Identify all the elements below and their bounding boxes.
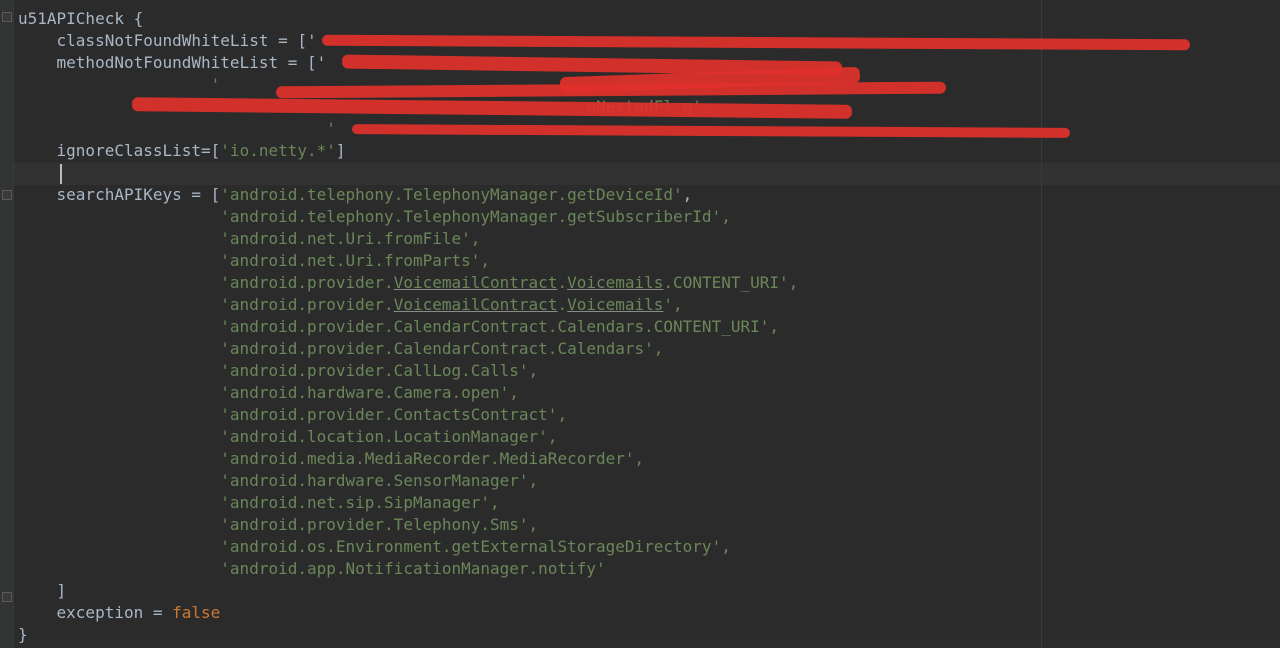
- fold-icon[interactable]: [2, 12, 12, 22]
- text-caret: [60, 164, 62, 184]
- string-literal: 'android.telephony.TelephonyManager.getD…: [220, 185, 683, 204]
- code-line: searchAPIKeys = ['android.telephony.Tele…: [18, 185, 693, 204]
- fold-icon[interactable]: [2, 592, 12, 602]
- code-line: ignoreClassList=['io.netty.*']: [18, 141, 346, 160]
- unresolved-identifier[interactable]: Voicemails: [567, 273, 663, 292]
- code-line: 'android.provider.CallLog.Calls',: [18, 361, 539, 380]
- code-line: 'android.net.Uri.fromFile',: [18, 229, 481, 248]
- code-line: 'android.net.Uri.fromParts',: [18, 251, 491, 270]
- editor-gutter[interactable]: [0, 0, 14, 648]
- code-line: 'android.provider.CalendarContract.Calen…: [18, 339, 664, 358]
- code-line: 'android.app.NotificationManager.notify': [18, 559, 606, 578]
- code-line: 'android.os.Environment.getExternalStora…: [18, 537, 731, 556]
- code-token: classNotFoundWhiteList = [': [18, 31, 317, 50]
- code-line: 'android.location.LocationManager',: [18, 427, 558, 446]
- code-line: 'android.provider.CalendarContract.Calen…: [18, 317, 779, 336]
- code-line: 'android.provider.VoicemailContract.Voic…: [18, 295, 683, 314]
- unresolved-identifier[interactable]: Voicemails: [567, 295, 663, 314]
- code-line: 'android.media.MediaRecorder.MediaRecord…: [18, 449, 645, 468]
- code-line: }: [18, 625, 28, 644]
- code-line: ]: [18, 581, 67, 600]
- fold-icon[interactable]: [2, 190, 12, 200]
- code-line: 'android.net.sip.SipManager',: [18, 493, 500, 512]
- code-line: 'android.hardware.SensorManager',: [18, 471, 539, 490]
- code-line: 'android.telephony.TelephonyManager.getS…: [18, 207, 731, 226]
- code-token: methodNotFoundWhiteList = [': [18, 53, 327, 72]
- code-line: exception = false: [18, 603, 221, 622]
- keyword-false: false: [172, 603, 221, 622]
- code-line: u51APICheck {: [18, 9, 144, 28]
- code-line: 'android.provider.VoicemailContract.Voic…: [18, 273, 799, 292]
- code-line: 'android.hardware.Camera.open',: [18, 383, 519, 402]
- code-line: 'android.provider.ContactsContract',: [18, 405, 568, 424]
- string-literal: 'io.netty.*': [220, 141, 336, 160]
- code-line: 'android.provider.Telephony.Sms',: [18, 515, 539, 534]
- unresolved-identifier[interactable]: VoicemailContract: [394, 295, 558, 314]
- unresolved-identifier[interactable]: VoicemailContract: [394, 273, 558, 292]
- right-margin-guide: [1041, 0, 1042, 648]
